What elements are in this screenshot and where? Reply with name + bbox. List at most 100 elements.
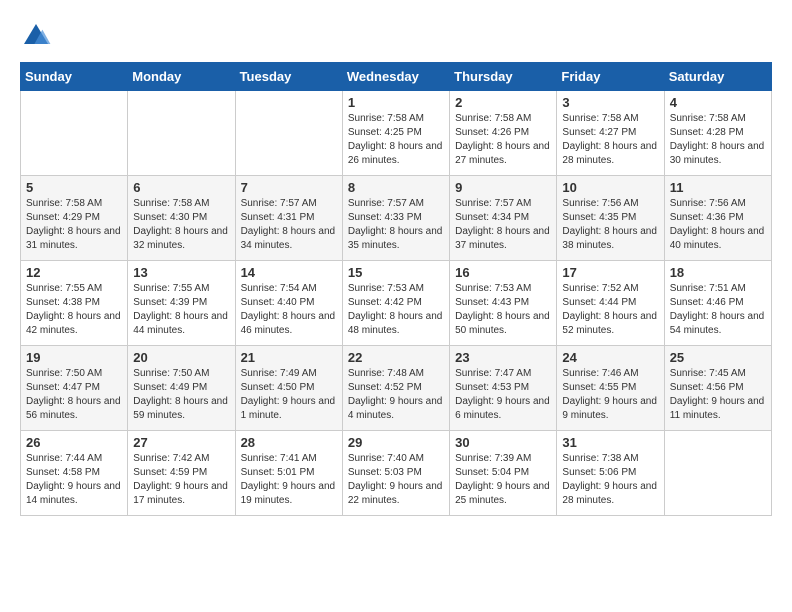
day-number: 20 [133,350,229,365]
day-number: 31 [562,435,658,450]
day-number: 16 [455,265,551,280]
day-number: 13 [133,265,229,280]
calendar-cell: 16 Sunrise: 7:53 AM Sunset: 4:43 PM Dayli… [450,261,557,346]
week-row-3: 12Sunrise: 7:55 AM Sunset: 4:38 PM Dayli… [21,261,772,346]
day-info: Sunrise: 7:50 AM Sunset: 4:49 PM Dayligh… [133,367,229,423]
day-header-tuesday: Tuesday [235,63,342,91]
calendar-cell: 30 Sunrise: 7:39 AM Sunset: 5:04 PM Dayli… [450,431,557,516]
day-info: Sunrise: 7:50 AM Sunset: 4:47 PM Dayligh… [26,367,122,423]
week-row-1: 1 Sunrise: 7:58 AM Sunset: 4:25 PM Daylig… [21,91,772,176]
day-info: Sunrise: 7:58 AM Sunset: 4:26 PM Dayligh… [455,112,551,168]
day-number: 14 [241,265,337,280]
calendar-cell: 17 Sunrise: 7:52 AM Sunset: 4:44 PM Dayli… [557,261,664,346]
day-number: 5 [26,180,122,195]
day-number: 18 [670,265,766,280]
day-number: 4 [670,95,766,110]
day-header-wednesday: Wednesday [342,63,449,91]
calendar-cell: 13 Sunrise: 7:55 AM Sunset: 4:39 PM Dayli… [128,261,235,346]
day-info: Sunrise: 7:46 AM Sunset: 4:55 PM Dayligh… [562,367,658,423]
day-info: Sunrise: 7:41 AM Sunset: 5:01 PM Dayligh… [241,452,337,508]
calendar-cell: 18 Sunrise: 7:51 AM Sunset: 4:46 PM Dayli… [664,261,771,346]
day-info: Sunrise: 7:38 AM Sunset: 5:06 PM Dayligh… [562,452,658,508]
day-number: 24 [562,350,658,365]
calendar-cell: 19Sunrise: 7:50 AM Sunset: 4:47 PM Dayli… [21,346,128,431]
calendar-cell [664,431,771,516]
logo-icon [20,20,52,52]
calendar-cell: 26 Sunrise: 7:44 AM Sunset: 4:58 PM Dayli… [21,431,128,516]
day-info: Sunrise: 7:45 AM Sunset: 4:56 PM Dayligh… [670,367,766,423]
calendar-cell: 8Sunrise: 7:57 AM Sunset: 4:33 PM Daylig… [342,176,449,261]
calendar-cell: 27 Sunrise: 7:42 AM Sunset: 4:59 PM Dayli… [128,431,235,516]
day-number: 7 [241,180,337,195]
day-number: 28 [241,435,337,450]
day-header-sunday: Sunday [21,63,128,91]
calendar-cell: 20 Sunrise: 7:50 AM Sunset: 4:49 PM Dayli… [128,346,235,431]
day-info: Sunrise: 7:40 AM Sunset: 5:03 PM Dayligh… [348,452,444,508]
calendar-cell: 2 Sunrise: 7:58 AM Sunset: 4:26 PM Daylig… [450,91,557,176]
day-info: Sunrise: 7:56 AM Sunset: 4:35 PM Dayligh… [562,197,658,253]
day-header-thursday: Thursday [450,63,557,91]
day-info: Sunrise: 7:58 AM Sunset: 4:29 PM Dayligh… [26,197,122,253]
day-number: 29 [348,435,444,450]
calendar-cell: 23 Sunrise: 7:47 AM Sunset: 4:53 PM Dayli… [450,346,557,431]
day-info: Sunrise: 7:57 AM Sunset: 4:31 PM Dayligh… [241,197,337,253]
day-number: 10 [562,180,658,195]
calendar-table: SundayMondayTuesdayWednesdayThursdayFrid… [20,62,772,516]
day-header-monday: Monday [128,63,235,91]
day-info: Sunrise: 7:57 AM Sunset: 4:33 PM Dayligh… [348,197,444,253]
calendar-cell: 22 Sunrise: 7:48 AM Sunset: 4:52 PM Dayli… [342,346,449,431]
calendar-cell: 1 Sunrise: 7:58 AM Sunset: 4:25 PM Daylig… [342,91,449,176]
day-number: 17 [562,265,658,280]
day-info: Sunrise: 7:47 AM Sunset: 4:53 PM Dayligh… [455,367,551,423]
calendar-cell: 5 Sunrise: 7:58 AM Sunset: 4:29 PM Daylig… [21,176,128,261]
calendar-header: SundayMondayTuesdayWednesdayThursdayFrid… [21,63,772,91]
calendar-cell: 25 Sunrise: 7:45 AM Sunset: 4:56 PM Dayli… [664,346,771,431]
day-info: Sunrise: 7:56 AM Sunset: 4:36 PM Dayligh… [670,197,766,253]
calendar-cell [235,91,342,176]
day-info: Sunrise: 7:54 AM Sunset: 4:40 PM Dayligh… [241,282,337,338]
day-number: 22 [348,350,444,365]
week-row-2: 5 Sunrise: 7:58 AM Sunset: 4:29 PM Daylig… [21,176,772,261]
day-number: 11 [670,180,766,195]
day-number: 3 [562,95,658,110]
day-info: Sunrise: 7:44 AM Sunset: 4:58 PM Dayligh… [26,452,122,508]
day-info: Sunrise: 7:53 AM Sunset: 4:42 PM Dayligh… [348,282,444,338]
day-number: 1 [348,95,444,110]
calendar-cell: 10 Sunrise: 7:56 AM Sunset: 4:35 PM Dayli… [557,176,664,261]
calendar-cell: 4 Sunrise: 7:58 AM Sunset: 4:28 PM Daylig… [664,91,771,176]
day-info: Sunrise: 7:57 AM Sunset: 4:34 PM Dayligh… [455,197,551,253]
calendar-cell: 7 Sunrise: 7:57 AM Sunset: 4:31 PM Daylig… [235,176,342,261]
calendar-cell: 6Sunrise: 7:58 AM Sunset: 4:30 PM Daylig… [128,176,235,261]
day-info: Sunrise: 7:52 AM Sunset: 4:44 PM Dayligh… [562,282,658,338]
day-info: Sunrise: 7:39 AM Sunset: 5:04 PM Dayligh… [455,452,551,508]
page-header [20,20,772,52]
day-number: 25 [670,350,766,365]
day-info: Sunrise: 7:58 AM Sunset: 4:25 PM Dayligh… [348,112,444,168]
calendar-cell: 9Sunrise: 7:57 AM Sunset: 4:34 PM Daylig… [450,176,557,261]
day-info: Sunrise: 7:58 AM Sunset: 4:28 PM Dayligh… [670,112,766,168]
calendar-body: 1 Sunrise: 7:58 AM Sunset: 4:25 PM Daylig… [21,91,772,516]
header-row: SundayMondayTuesdayWednesdayThursdayFrid… [21,63,772,91]
day-number: 26 [26,435,122,450]
calendar-cell: 31 Sunrise: 7:38 AM Sunset: 5:06 PM Dayli… [557,431,664,516]
day-info: Sunrise: 7:49 AM Sunset: 4:50 PM Dayligh… [241,367,337,423]
logo [20,20,56,52]
day-number: 21 [241,350,337,365]
day-info: Sunrise: 7:53 AM Sunset: 4:43 PM Dayligh… [455,282,551,338]
day-header-friday: Friday [557,63,664,91]
calendar-cell: 28 Sunrise: 7:41 AM Sunset: 5:01 PM Dayli… [235,431,342,516]
day-info: Sunrise: 7:42 AM Sunset: 4:59 PM Dayligh… [133,452,229,508]
calendar-cell [128,91,235,176]
day-info: Sunrise: 7:51 AM Sunset: 4:46 PM Dayligh… [670,282,766,338]
day-number: 15 [348,265,444,280]
day-number: 27 [133,435,229,450]
day-number: 23 [455,350,551,365]
calendar-cell: 21 Sunrise: 7:49 AM Sunset: 4:50 PM Dayli… [235,346,342,431]
day-info: Sunrise: 7:48 AM Sunset: 4:52 PM Dayligh… [348,367,444,423]
day-number: 30 [455,435,551,450]
day-info: Sunrise: 7:55 AM Sunset: 4:39 PM Dayligh… [133,282,229,338]
day-info: Sunrise: 7:58 AM Sunset: 4:27 PM Dayligh… [562,112,658,168]
day-number: 2 [455,95,551,110]
day-number: 6 [133,180,229,195]
calendar-cell [21,91,128,176]
